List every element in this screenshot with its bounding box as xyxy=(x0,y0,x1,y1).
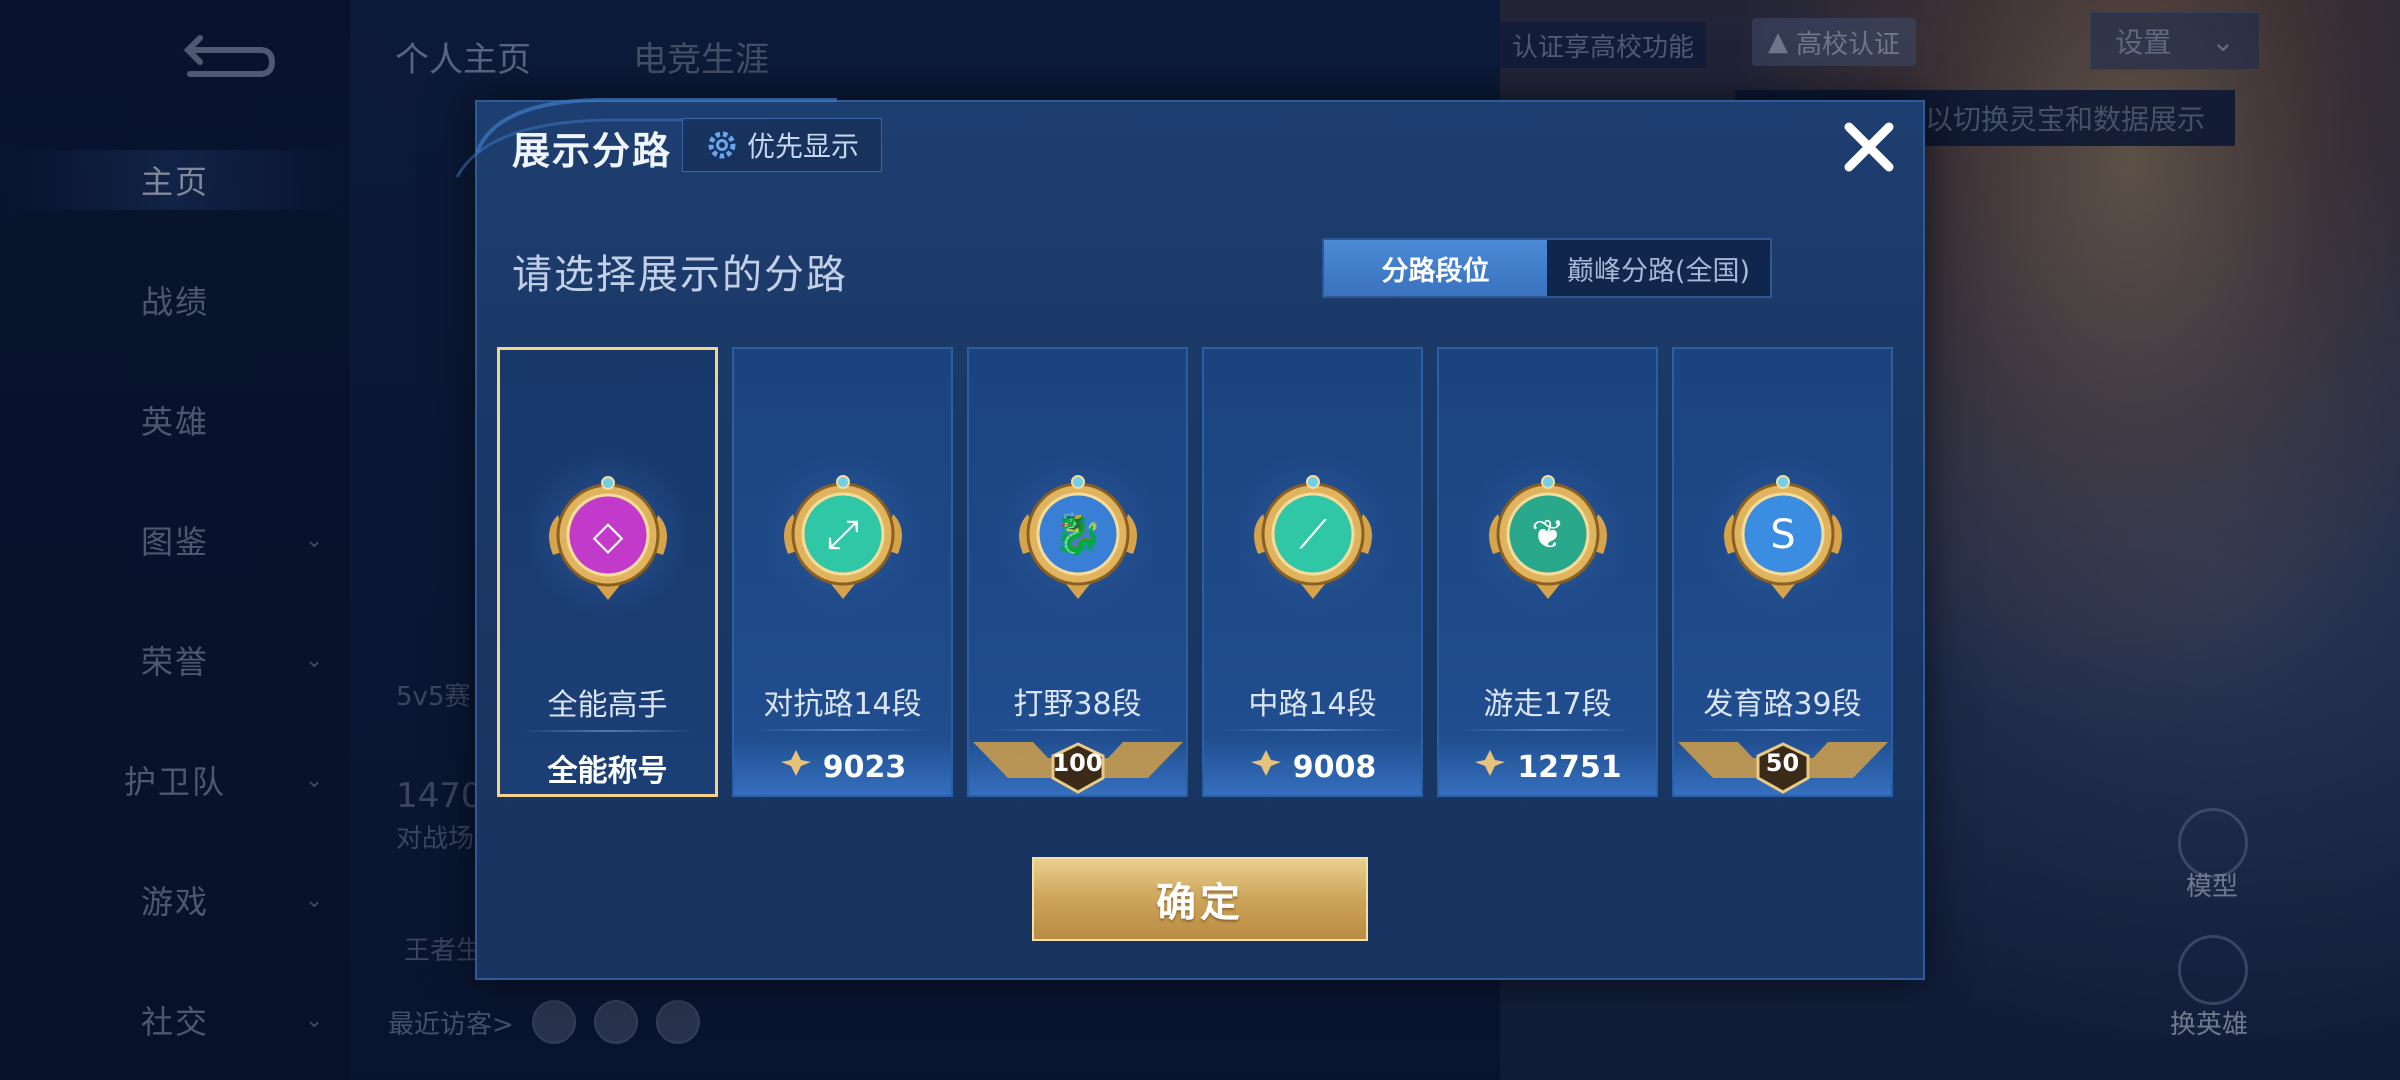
title-label: 全能称号 xyxy=(547,754,668,789)
rank-star-count: 50 xyxy=(1765,749,1800,777)
lane-rank-name: 发育路39段 xyxy=(1703,687,1862,722)
svg-text:🐉: 🐉 xyxy=(1053,511,1103,558)
peak-points-value: 9008 xyxy=(1292,749,1377,785)
peak-points-icon xyxy=(1249,748,1283,786)
lane-card[interactable]: 🐉 打野38段 100 xyxy=(967,347,1188,797)
lane-card-footer: 9023 xyxy=(734,737,951,795)
priority-label: 优先显示 xyxy=(746,130,859,163)
lane-card-footer: 全能称号 xyxy=(500,738,715,794)
lane-mode-toggle: 分路段位 巅峰分路(全国) xyxy=(1322,238,1772,298)
lane-card-footer: 100 xyxy=(969,737,1186,795)
all-round-medal-icon: ◇ xyxy=(548,476,667,600)
lane-card[interactable]: ◇ 全能高手全能称号 xyxy=(497,347,718,797)
svg-text:⟋: ⟋ xyxy=(1299,512,1327,558)
card-divider xyxy=(989,729,1166,731)
lane-card-footer: 12751 xyxy=(1439,737,1656,795)
gear-icon xyxy=(708,131,736,159)
card-divider xyxy=(1224,729,1401,731)
close-button[interactable] xyxy=(1832,110,1906,184)
lane-card[interactable]: S 发育路39段 50 xyxy=(1672,347,1893,797)
lane-card[interactable]: ⟋ 中路14段 9008 xyxy=(1202,347,1423,797)
svg-text:S: S xyxy=(1770,512,1795,558)
card-divider xyxy=(520,730,695,732)
lane-card[interactable]: ❦ 游走17段 12751 xyxy=(1437,347,1658,797)
lane-rank-name: 全能高手 xyxy=(547,688,668,723)
close-icon xyxy=(1844,122,1894,172)
lane-rank-name: 游走17段 xyxy=(1483,687,1612,722)
jungle-medal-icon: 🐉 xyxy=(1018,475,1137,599)
lane-card-list: ◇ 全能高手全能称号 ⤢ 对抗路14段 9023 🐉 打野38段 100 ⟋ 中路14段 9008 ❦… xyxy=(497,347,1907,797)
card-divider xyxy=(1694,729,1871,731)
lane-card-footer: 50 xyxy=(1674,737,1891,795)
select-lane-heading: 请选择展示的分路 xyxy=(512,252,848,298)
card-divider xyxy=(754,729,931,731)
farm-lane-medal-icon: S xyxy=(1723,475,1842,599)
peak-points-value: 9023 xyxy=(822,749,907,785)
confirm-button[interactable]: 确定 xyxy=(1032,857,1368,941)
svg-text:⤢: ⤢ xyxy=(827,512,859,558)
svg-text:◇: ◇ xyxy=(592,513,623,559)
roam-medal-icon: ❦ xyxy=(1488,475,1607,599)
mid-lane-medal-icon: ⟋ xyxy=(1253,475,1372,599)
tab-lane-rank[interactable]: 分路段位 xyxy=(1324,240,1547,296)
lane-display-dialog: 展示分路 优先显示 请选择展示的分路 分路段位 巅峰分路(全国) ◇ 全能高手全能… xyxy=(455,98,1925,980)
lane-rank-name: 中路14段 xyxy=(1248,687,1377,722)
svg-text:❦: ❦ xyxy=(1531,512,1565,558)
lane-card[interactable]: ⤢ 对抗路14段 9023 xyxy=(732,347,953,797)
tab-peak-lane[interactable]: 巅峰分路(全国) xyxy=(1547,240,1770,296)
card-divider xyxy=(1459,729,1636,731)
peak-points-icon xyxy=(1473,748,1507,786)
lane-rank-name: 对抗路14段 xyxy=(763,687,922,722)
rank-star-count: 100 xyxy=(1052,749,1103,777)
lane-rank-name: 打野38段 xyxy=(1013,687,1142,722)
peak-points-value: 12751 xyxy=(1517,749,1622,785)
priority-display-button[interactable]: 优先显示 xyxy=(682,118,882,172)
peak-points-icon xyxy=(779,748,813,786)
lane-card-footer: 9008 xyxy=(1204,737,1421,795)
dialog-title: 展示分路 xyxy=(512,129,673,173)
clash-lane-medal-icon: ⤢ xyxy=(783,475,902,599)
